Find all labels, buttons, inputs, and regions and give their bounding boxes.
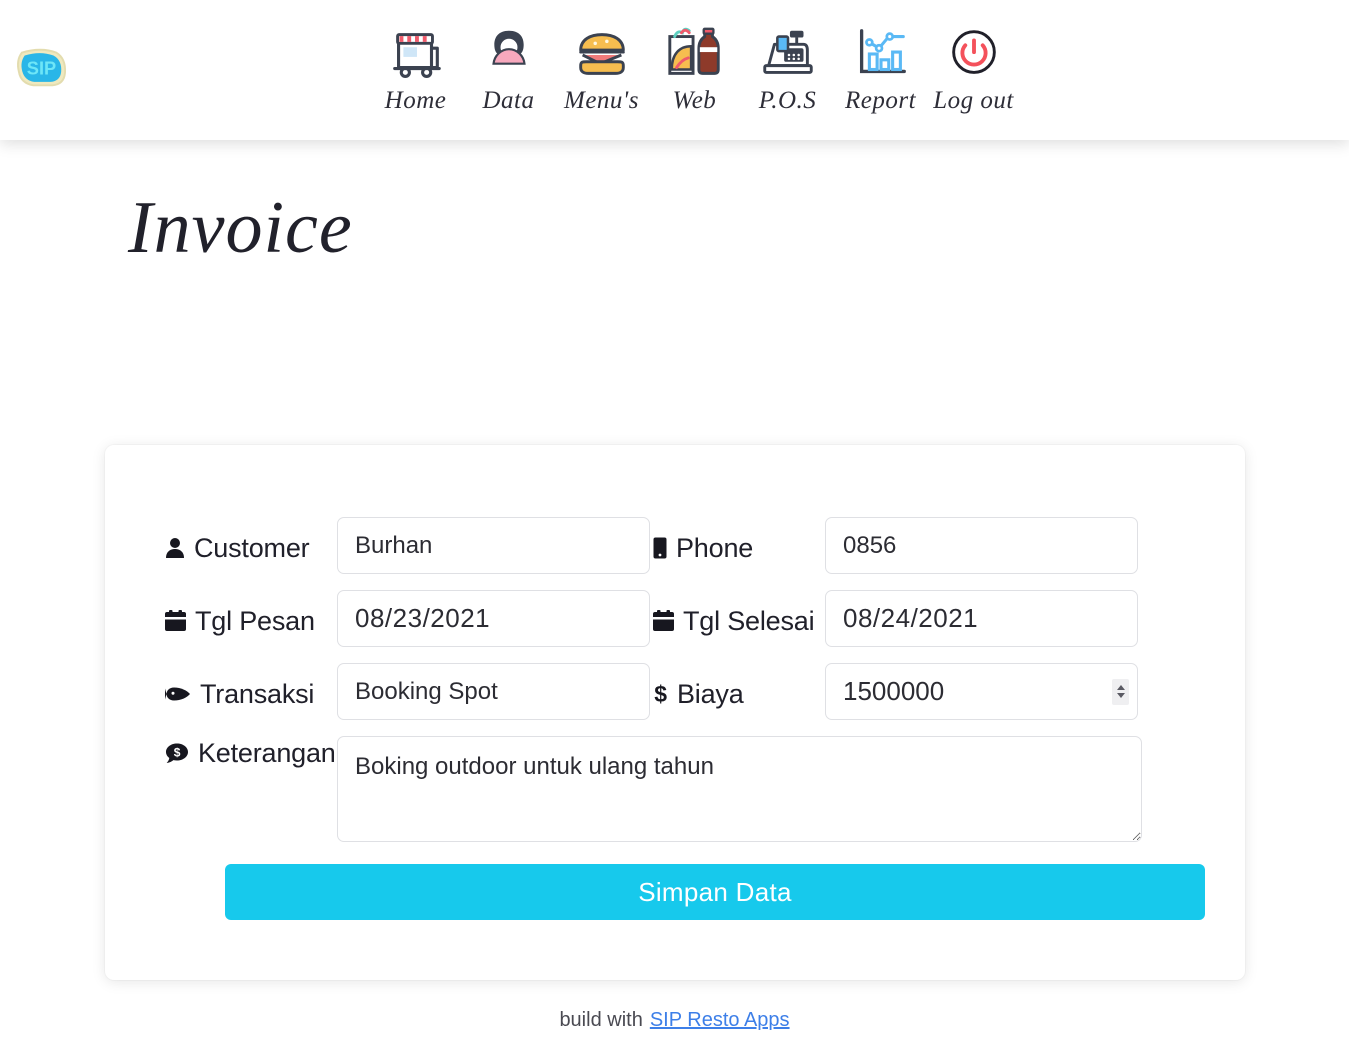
comment-dollar-icon: $ xyxy=(165,742,189,766)
nav-label: Web xyxy=(672,87,717,114)
nav-item-logout[interactable]: Log out xyxy=(927,23,1020,117)
nav-item-data[interactable]: Data xyxy=(462,23,555,117)
calendar-icon xyxy=(653,610,674,632)
biaya-stepper[interactable] xyxy=(1112,678,1129,705)
cash-register-icon xyxy=(757,23,819,85)
biaya-field-wrap xyxy=(825,663,1141,736)
transaksi-label: Transaksi xyxy=(165,663,337,725)
tgl-selesai-field-wrap xyxy=(825,590,1141,663)
fish-icon xyxy=(165,686,191,702)
nav-item-home[interactable]: Home xyxy=(369,23,462,117)
biaya-input[interactable] xyxy=(825,663,1138,720)
dollar-sign-icon: $ xyxy=(653,682,668,706)
nav-label: Report xyxy=(844,87,917,114)
simpan-data-button[interactable]: Simpan Data xyxy=(225,864,1205,920)
tgl-selesai-input[interactable] xyxy=(825,590,1138,647)
power-button-icon xyxy=(943,23,1005,85)
top-navbar: SIP Home Data Menu's Web P.O.S Report Lo… xyxy=(0,0,1349,140)
tgl-pesan-label: Tgl Pesan xyxy=(165,590,337,652)
nav-item-pos[interactable]: P.O.S xyxy=(741,23,834,117)
tgl-pesan-input[interactable] xyxy=(337,590,650,647)
user-icon xyxy=(165,537,185,559)
page-title: Invoice xyxy=(128,187,353,269)
calendar-icon xyxy=(165,610,186,632)
invoice-form-card: Customer Phone Tgl Pesan xyxy=(105,445,1245,980)
bar-line-chart-icon xyxy=(850,23,912,85)
taco-soda-icon xyxy=(664,23,726,85)
keterangan-field-wrap xyxy=(337,736,1142,856)
nav-label: Log out xyxy=(933,87,1014,114)
tgl-pesan-field-wrap xyxy=(337,590,653,663)
customer-label: Customer xyxy=(165,517,337,579)
svg-text:SIP: SIP xyxy=(27,58,56,79)
food-truck-icon xyxy=(385,23,447,85)
footer-text: build with xyxy=(559,1008,643,1031)
burger-icon xyxy=(571,23,633,85)
sip-logo-icon: SIP xyxy=(17,48,67,87)
footer-link-sip-resto-apps[interactable]: SIP Resto Apps xyxy=(650,1009,790,1032)
customer-field-wrap xyxy=(337,517,653,590)
biaya-label: $ Biaya xyxy=(653,678,744,709)
nav-item-web[interactable]: Web xyxy=(648,23,741,117)
brand-logo-link[interactable]: SIP xyxy=(10,40,72,96)
page-body: Invoice Customer Phone xyxy=(0,140,1349,1046)
nav-label: P.O.S xyxy=(758,87,817,114)
svg-text:$: $ xyxy=(654,682,667,706)
stepper-up-arrow-icon[interactable] xyxy=(1116,685,1125,690)
nav-label: Data xyxy=(482,87,535,114)
customer-input[interactable] xyxy=(337,517,650,574)
keterangan-label: $ Keterangan xyxy=(165,736,337,769)
invoice-form: Customer Phone Tgl Pesan xyxy=(165,517,1205,920)
transaksi-input[interactable] xyxy=(337,663,650,720)
nav-label: Menu's xyxy=(564,87,639,114)
stepper-down-arrow-icon[interactable] xyxy=(1116,693,1125,698)
phone-label: Phone xyxy=(653,517,825,579)
page-footer: build with SIP Resto Apps xyxy=(0,994,1349,1046)
svg-text:$: $ xyxy=(174,745,181,759)
user-avatar-icon xyxy=(478,23,540,85)
phone-field-wrap xyxy=(825,517,1141,590)
main-navigation: Home Data Menu's Web P.O.S Report Log ou… xyxy=(329,23,1020,117)
transaksi-field-wrap xyxy=(337,663,653,736)
nav-item-report[interactable]: Report xyxy=(834,23,927,117)
tgl-selesai-label: Tgl Selesai xyxy=(653,590,825,652)
submit-row: Simpan Data xyxy=(165,856,1205,920)
keterangan-textarea[interactable] xyxy=(337,736,1142,842)
nav-item-menus[interactable]: Menu's xyxy=(555,23,648,117)
mobile-phone-icon xyxy=(653,537,667,559)
nav-label: Home xyxy=(384,87,447,114)
phone-input[interactable] xyxy=(825,517,1138,574)
